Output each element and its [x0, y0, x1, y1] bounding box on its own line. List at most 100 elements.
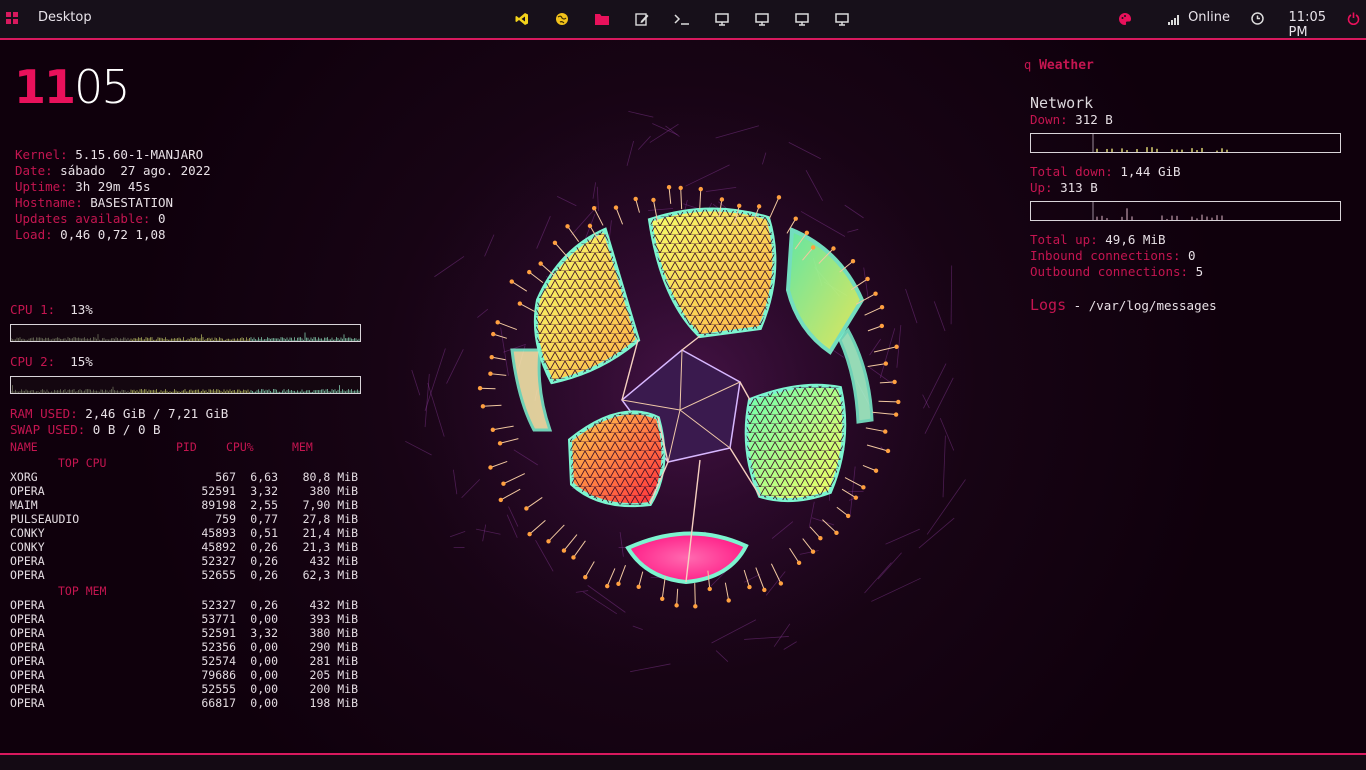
- spike-tip: [846, 514, 850, 518]
- clock-hours: 11: [14, 60, 74, 114]
- table-row: CONKY458920,2621,3 MiB: [10, 540, 370, 554]
- process-pid: 66817: [201, 696, 236, 710]
- system-info: Kernel: 5.15.60-1-MANJARO Date: sábado 2…: [15, 147, 211, 243]
- down-row: Down: 312 B: [1030, 112, 1113, 128]
- browser-launcher[interactable]: [552, 8, 572, 30]
- spike-tip: [565, 224, 569, 228]
- terminal-icon: [674, 13, 690, 25]
- table-row: OPERA537710,00393 MiB: [10, 612, 370, 626]
- process-pid: 52591: [201, 484, 236, 498]
- bottom-panel: [0, 753, 1366, 770]
- spike-tip: [510, 279, 514, 283]
- spike-tip: [498, 441, 502, 445]
- spike-tip: [737, 204, 741, 208]
- spike-tip: [636, 585, 640, 589]
- table-row: OPERA526550,2662,3 MiB: [10, 568, 370, 582]
- spike-tip: [490, 355, 494, 359]
- workspace-label[interactable]: Desktop: [38, 10, 92, 25]
- swap-row: SWAP USED: 0 B / 0 B: [10, 422, 161, 438]
- process-name: PULSEAUDIO: [10, 512, 79, 526]
- process-cpu: 2,55: [250, 498, 278, 512]
- cpu2-row: CPU 2: 15%: [10, 355, 93, 369]
- total-down-value: 1,44 GiB: [1120, 164, 1180, 179]
- network-status[interactable]: Online: [1188, 10, 1230, 25]
- files-launcher[interactable]: [592, 8, 612, 30]
- panel-clock[interactable]: 11:05 PM: [1289, 10, 1326, 40]
- total-up-row: Total up: 49,6 MiB: [1030, 232, 1165, 248]
- terminal-launcher[interactable]: [672, 8, 692, 30]
- process-mem: 380 MiB: [310, 484, 358, 498]
- table-row: OPERA668170,00198 MiB: [10, 696, 370, 710]
- process-pid: 759: [215, 512, 236, 526]
- cpu1-row: CPU 1: 13%: [10, 303, 93, 317]
- process-cpu: 0,00: [250, 640, 278, 654]
- inbound-value: 0: [1188, 248, 1196, 263]
- globe-icon: [555, 12, 569, 26]
- spike-tip: [873, 292, 877, 296]
- table-row: OPERA796860,00205 MiB: [10, 668, 370, 682]
- kernel-label: Kernel:: [15, 147, 68, 162]
- spike-tip: [518, 301, 522, 305]
- process-cpu: 0,00: [250, 654, 278, 668]
- spike-tip: [524, 506, 528, 510]
- process-pid: 45892: [201, 540, 236, 554]
- folder-icon: [595, 13, 609, 25]
- process-name: CONKY: [10, 526, 45, 540]
- process-pid: 567: [215, 470, 236, 484]
- swap-label: SWAP USED:: [10, 422, 85, 437]
- spike-tip: [726, 598, 730, 602]
- signal-icon: [1168, 15, 1180, 25]
- spike-tip: [854, 495, 858, 499]
- workspace-2-button[interactable]: [752, 8, 772, 30]
- process-name: OPERA: [10, 654, 45, 668]
- spike-tip: [679, 186, 683, 190]
- power-icon[interactable]: [1347, 12, 1360, 25]
- process-pid: 52327: [201, 598, 236, 612]
- process-cpu: 0,00: [250, 612, 278, 626]
- spike-tip: [865, 277, 869, 281]
- process-mem: 21,4 MiB: [303, 526, 358, 540]
- workspace-4-button[interactable]: [832, 8, 852, 30]
- kernel-value: 5.15.60-1-MANJARO: [75, 147, 203, 162]
- download-graph-lines: [1031, 134, 1340, 152]
- total-down-label: Total down:: [1030, 164, 1113, 179]
- workspace-3-button[interactable]: [792, 8, 812, 30]
- spike-tip: [720, 197, 724, 201]
- spike-tip: [538, 261, 542, 265]
- top-mem-title: TOP MEM: [58, 584, 106, 598]
- workspace-1-button[interactable]: [712, 8, 732, 30]
- process-mem: 432 MiB: [310, 598, 358, 612]
- spike-tip: [562, 548, 566, 552]
- process-pid: 52655: [201, 568, 236, 582]
- spike-tip: [818, 536, 822, 540]
- cpu1-graph: [10, 324, 361, 342]
- inbound-row: Inbound connections: 0: [1030, 248, 1196, 264]
- spike-tip: [894, 345, 898, 349]
- palette-icon[interactable]: [1118, 12, 1132, 26]
- app-menu-icon[interactable]: [6, 12, 18, 24]
- logs-path: - /var/log/messages: [1074, 298, 1217, 313]
- outbound-label: Outbound connections:: [1030, 264, 1188, 279]
- load-label: Load:: [15, 227, 53, 242]
- process-mem: 432 MiB: [310, 554, 358, 568]
- top-cpu-title: TOP CPU: [58, 456, 106, 470]
- clock-icon: [1251, 12, 1264, 25]
- panel-right-grid: [747, 386, 845, 500]
- weather-icon: q: [1024, 58, 1031, 72]
- ram-row: RAM USED: 2,46 GiB / 7,21 GiB: [10, 406, 228, 422]
- process-name: OPERA: [10, 682, 45, 696]
- ram-label: RAM USED:: [10, 406, 78, 421]
- process-pid: 52574: [201, 654, 236, 668]
- process-pid: 52327: [201, 554, 236, 568]
- process-pid: 52591: [201, 626, 236, 640]
- table-row: PULSEAUDIO7590,7727,8 MiB: [10, 512, 370, 526]
- vscode-launcher[interactable]: [512, 8, 532, 30]
- inbound-label: Inbound connections:: [1030, 248, 1181, 263]
- outbound-value: 5: [1196, 264, 1204, 279]
- spike-tip: [777, 195, 781, 199]
- process-cpu: 0,26: [250, 540, 278, 554]
- process-name: OPERA: [10, 568, 45, 582]
- editor-launcher[interactable]: [632, 8, 652, 30]
- spike-tip: [747, 585, 751, 589]
- spike-tip: [708, 587, 712, 591]
